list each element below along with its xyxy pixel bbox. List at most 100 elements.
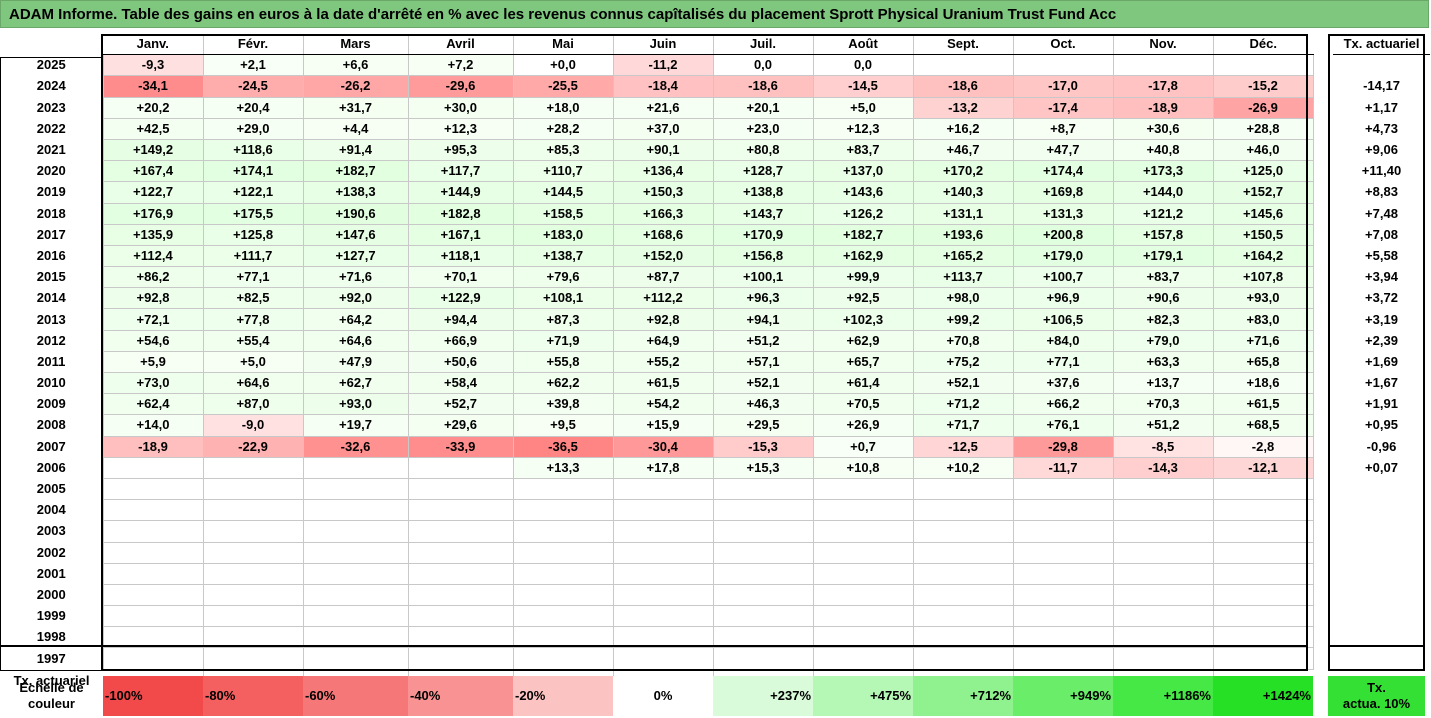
year-cell: 2012: [36, 332, 66, 348]
value-cell: [512, 647, 614, 670]
value-cell: -12,5: [912, 436, 1014, 458]
value-cell: [812, 584, 914, 607]
value-cell: -33,9: [407, 436, 514, 458]
value-cell: +29,0: [202, 118, 304, 140]
value-cell: [1112, 54, 1214, 77]
value-cell: -32,6: [302, 436, 409, 458]
tx-cell: +5,58: [1365, 247, 1398, 263]
value-cell: +169,8: [1012, 181, 1114, 204]
value-cell: +122,9: [407, 287, 514, 310]
value-cell: [102, 563, 204, 585]
value-cell: +174,4: [1012, 160, 1114, 183]
value-cell: -18,6: [712, 75, 814, 98]
year-cell: 2000: [36, 586, 66, 602]
value-cell: +65,7: [812, 351, 914, 374]
value-cell: [1012, 605, 1114, 628]
legend-swatch: +949%: [1013, 676, 1113, 716]
value-cell: +30,6: [1112, 118, 1214, 140]
gap-cell: [1313, 606, 1333, 627]
table-row: 1997: [0, 647, 1430, 670]
value-cell: +70,3: [1112, 393, 1214, 416]
value-cell: [812, 626, 914, 649]
value-cell: +0,0: [512, 54, 614, 77]
value-cell: +52,1: [912, 372, 1014, 395]
table-row: 2024 -34,1 -24,5 -26,2 -29,6 -25,5 -18,4 -18,6-…: [0, 75, 1430, 98]
value-cell: [712, 605, 814, 628]
value-cell: +26,9: [812, 414, 914, 437]
value-cell: +100,7: [1012, 266, 1114, 289]
value-cell: +125,0: [1212, 160, 1314, 183]
value-cell: [1012, 499, 1114, 522]
value-cell: [712, 478, 814, 501]
gap-cell: [1313, 288, 1333, 309]
value-cell: [1212, 647, 1314, 670]
value-cell: +75,2: [912, 351, 1014, 374]
value-cell: -17,0: [1012, 75, 1114, 98]
value-cell: -17,8: [1112, 75, 1214, 98]
value-cell: -17,4: [1012, 97, 1114, 119]
value-cell: +15,9: [612, 414, 714, 437]
page-title: ADAM Informe. Table des gains en euros à…: [0, 0, 1429, 28]
value-cell: +72,1: [102, 308, 204, 331]
value-cell: +93,0: [1212, 287, 1314, 310]
table-row: 2002: [0, 542, 1430, 564]
value-cell: [712, 563, 814, 585]
tx-cell: [1333, 606, 1430, 627]
value-cell: +117,7: [407, 160, 514, 183]
value-cell: +71,7: [912, 414, 1014, 437]
value-cell: +167,1: [407, 224, 514, 246]
value-cell: +50,6: [407, 351, 514, 374]
value-cell: [302, 478, 409, 501]
year-cell: 2006: [36, 459, 66, 475]
value-cell: +17,8: [612, 457, 714, 479]
value-cell: +51,2: [1112, 414, 1214, 437]
value-cell: [1212, 499, 1314, 522]
value-cell: [1212, 520, 1314, 543]
header-row: Janv. Févr. Mars Avril Mai Juin Juil. Août Sept.…: [0, 34, 1430, 56]
value-cell: [1112, 542, 1214, 564]
value-cell: +136,4: [612, 160, 714, 183]
value-cell: +64,6: [202, 372, 304, 395]
value-cell: +12,3: [812, 118, 914, 140]
year-cell: 2018: [36, 205, 66, 221]
value-cell: [912, 605, 1014, 628]
value-cell: +6,6: [302, 54, 409, 77]
value-cell: +55,2: [612, 351, 714, 374]
year-cell: 1997: [36, 650, 66, 666]
value-cell: [1212, 584, 1314, 607]
value-cell: +42,5: [102, 118, 204, 140]
month-header: Juil.: [712, 34, 813, 56]
table-row: 2010 +73,0 +64,6 +62,7 +58,4 +62,2 +61,5 +52,1 +…: [0, 372, 1430, 395]
value-cell: [912, 478, 1014, 501]
value-cell: [512, 542, 614, 564]
value-cell: -9,3: [102, 54, 204, 77]
value-cell: [812, 542, 914, 564]
value-cell: +170,9: [712, 224, 814, 246]
tx-cell: +4,73: [1365, 120, 1398, 136]
value-cell: +168,6: [612, 224, 714, 246]
table-row: 2012 +54,6 +55,4 +64,6 +66,9 +71,9 +64,9 +51,2 +…: [0, 330, 1430, 352]
value-cell: +138,8: [712, 181, 814, 204]
value-cell: [102, 457, 204, 479]
value-cell: +126,2: [812, 203, 914, 225]
tx-cell: [1333, 627, 1430, 648]
value-cell: [202, 626, 304, 649]
year-cell: 2019: [36, 184, 66, 200]
value-cell: +164,2: [1212, 245, 1314, 268]
value-cell: +71,2: [912, 393, 1014, 416]
gap-cell: [1313, 182, 1333, 203]
tx-cell: +3,19: [1365, 311, 1398, 327]
value-cell: +99,9: [812, 266, 914, 289]
value-cell: +77,1: [1012, 351, 1114, 374]
gap-cell: [1313, 351, 1333, 372]
table-row: 2020 +167,4 +174,1 +182,7 +117,7 +110,7 +136,4…: [0, 160, 1430, 183]
value-cell: +76,1: [1012, 414, 1114, 437]
value-cell: +92,5: [812, 287, 914, 310]
value-cell: [912, 499, 1014, 522]
value-cell: [407, 626, 514, 649]
month-header: Mai: [512, 34, 613, 56]
value-cell: +40,8: [1112, 139, 1214, 162]
value-cell: +157,8: [1112, 224, 1214, 246]
value-cell: +179,0: [1012, 245, 1114, 268]
tx-cell: +1,17: [1365, 99, 1398, 115]
